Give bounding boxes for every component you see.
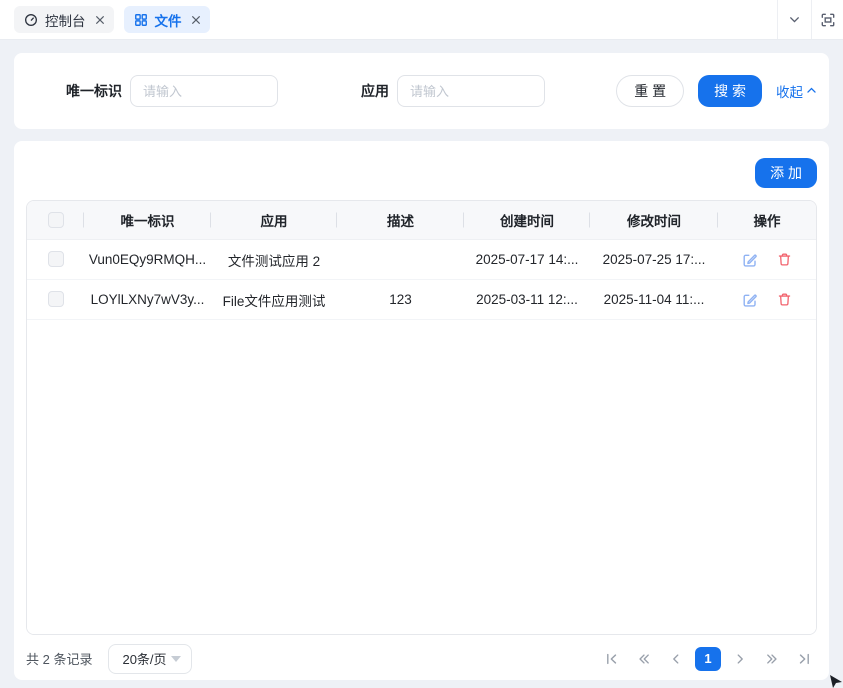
fast-backward-icon[interactable] xyxy=(631,646,657,672)
select-all-checkbox[interactable] xyxy=(48,212,64,228)
caret-down-icon xyxy=(171,656,181,662)
close-icon[interactable] xyxy=(95,15,105,25)
column-header: 创建时间 xyxy=(464,210,590,230)
table-footer: 共 2 条记录 20条/页 1 xyxy=(26,635,817,682)
row-checkbox[interactable] xyxy=(48,291,64,307)
field-unique-id: 唯一标识 xyxy=(66,75,278,107)
cell-application: 文件测试应用 2 xyxy=(211,250,337,270)
dashboard-icon xyxy=(24,13,38,27)
column-header: 修改时间 xyxy=(590,210,718,230)
delete-icon[interactable] xyxy=(777,292,792,307)
page-size-value: 20条/页 xyxy=(122,649,166,668)
search-button[interactable]: 搜 索 xyxy=(698,75,762,107)
next-page-icon[interactable] xyxy=(727,646,753,672)
fast-forward-icon[interactable] xyxy=(759,646,785,672)
chevron-up-icon xyxy=(806,84,817,99)
cell-created-at: 2025-03-11 12:... xyxy=(464,292,590,307)
table-header-row: 唯一标识 应用 描述 创建时间 修改时间 操作 xyxy=(27,201,816,240)
collapse-link[interactable]: 收起 xyxy=(776,81,817,101)
cell-created-at: 2025-07-17 14:... xyxy=(464,252,590,267)
field-label: 唯一标识 xyxy=(66,81,122,101)
search-form-card: 唯一标识 应用 重 置 搜 索 收起 xyxy=(14,53,829,129)
first-page-icon[interactable] xyxy=(599,646,625,672)
select-all-cell xyxy=(27,212,84,228)
column-header: 唯一标识 xyxy=(84,210,211,230)
cell-application: File文件应用测试 xyxy=(211,290,337,310)
edit-icon[interactable] xyxy=(742,252,758,268)
table-card: 添 加 唯一标识 应用 描述 创建时间 修改时间 操作 Vun0EQy9RMQH… xyxy=(14,141,829,680)
application-input[interactable] xyxy=(397,75,545,107)
field-label: 应用 xyxy=(361,81,389,101)
current-page-button[interactable]: 1 xyxy=(695,647,721,671)
prev-page-icon[interactable] xyxy=(663,646,689,672)
table-row: LOYlLXNy7wV3y... File文件应用测试 123 2025-03-… xyxy=(27,280,816,320)
collapse-label: 收起 xyxy=(776,81,803,101)
tab-label: 控制台 xyxy=(45,10,86,30)
page-size-select[interactable]: 20条/页 xyxy=(108,644,192,674)
unique-id-input[interactable] xyxy=(130,75,278,107)
reset-button[interactable]: 重 置 xyxy=(616,75,684,107)
tab-console[interactable]: 控制台 xyxy=(14,6,114,33)
cell-unique-id: Vun0EQy9RMQH... xyxy=(84,252,211,267)
row-checkbox[interactable] xyxy=(48,251,64,267)
topbar: 控制台 文件 xyxy=(0,0,843,40)
table-empty-area xyxy=(27,320,816,634)
grid-icon xyxy=(134,13,148,27)
topbar-actions xyxy=(777,0,843,39)
field-application: 应用 xyxy=(361,75,545,107)
form-actions: 重 置 搜 索 收起 xyxy=(616,75,817,107)
column-header: 操作 xyxy=(718,210,816,230)
close-icon[interactable] xyxy=(191,15,201,25)
cell-updated-at: 2025-07-25 17:... xyxy=(590,252,718,267)
data-table: 唯一标识 应用 描述 创建时间 修改时间 操作 Vun0EQy9RMQH... … xyxy=(26,200,817,635)
column-header: 描述 xyxy=(337,210,464,230)
table-row: Vun0EQy9RMQH... 文件测试应用 2 2025-07-17 14:.… xyxy=(27,240,816,280)
total-records-text: 共 2 条记录 xyxy=(26,649,92,668)
add-button[interactable]: 添 加 xyxy=(755,158,817,188)
tab-list: 控制台 文件 xyxy=(0,0,777,39)
cell-unique-id: LOYlLXNy7wV3y... xyxy=(84,292,211,307)
column-header: 应用 xyxy=(211,210,337,230)
pagination: 1 xyxy=(599,646,817,672)
mouse-cursor xyxy=(829,674,843,688)
cell-description: 123 xyxy=(337,292,464,307)
last-page-icon[interactable] xyxy=(791,646,817,672)
cell-updated-at: 2025-11-04 11:... xyxy=(590,292,718,307)
delete-icon[interactable] xyxy=(777,252,792,267)
tab-files[interactable]: 文件 xyxy=(124,6,210,33)
edit-icon[interactable] xyxy=(742,292,758,308)
tab-label: 文件 xyxy=(155,10,182,30)
chevron-down-icon[interactable] xyxy=(777,0,811,39)
fullscreen-icon[interactable] xyxy=(811,0,843,39)
